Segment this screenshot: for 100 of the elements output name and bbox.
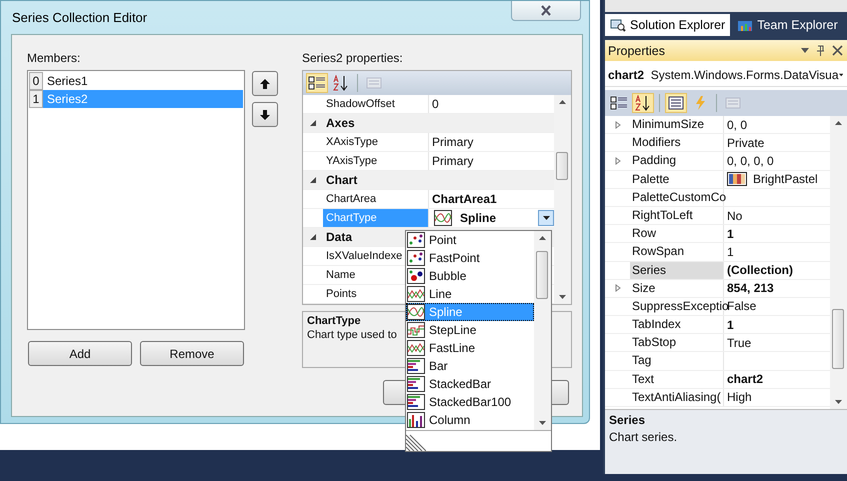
property-name[interactable]: RightToLeft [630,206,724,224]
property-name[interactable]: RowSpan [630,243,724,260]
members-label: Members: [27,50,82,67]
description-title: Series [609,413,646,427]
pin-icon[interactable] [816,44,825,56]
property-value: High [727,390,752,404]
property-value: Spline [460,211,496,225]
scrollbar[interactable] [830,116,847,409]
description-title: ChartType [307,315,361,327]
dialog-button[interactable]: Add [28,341,132,366]
property-value: chart2 [727,372,764,386]
scroll-thumb[interactable] [536,251,548,299]
dropdown-item[interactable]: Point [406,231,534,249]
panel-title: Properties [608,44,665,58]
dropdown-item[interactable]: Column [406,411,534,429]
down-arrow-icon [260,110,270,120]
property-value: 0, 0, 0, 0 [727,154,774,168]
property-name[interactable]: MinimumSize [630,116,724,134]
members-list[interactable]: 0 Series1 1 Series2 [27,70,245,330]
collapse-icon[interactable] [309,119,317,127]
property-name[interactable]: Palette [630,170,724,188]
collapse-icon[interactable] [309,233,317,241]
property-name[interactable]: Row [630,225,724,242]
property-value: Primary [432,135,474,149]
dropdown-item[interactable]: StackedBar100 [406,393,534,411]
property-value: 1 [727,318,734,332]
property-name[interactable]: TabStop [630,334,724,352]
scrollbar[interactable] [554,95,571,304]
category-label: Chart [325,172,358,189]
property-value: True [727,336,752,350]
scrollbar[interactable] [605,0,847,12]
property-value: BrightPastel [753,172,818,186]
property-value: 0 [432,97,439,111]
scroll-down-icon[interactable] [835,400,842,404]
close-button[interactable] [511,1,581,21]
panel-tab[interactable]: Solution Explorer [605,14,730,36]
move-down-button[interactable] [252,102,278,127]
property-name[interactable]: PaletteCustomCo [630,188,724,206]
hatch-icon [406,433,426,451]
chart-type-icon [432,210,454,226]
property-value: 0, 0 [727,118,748,132]
close-icon [540,5,552,16]
scroll-down-icon[interactable] [559,295,566,299]
expand-icon[interactable] [614,284,622,292]
property-value: (Collection) [727,263,793,278]
member-name: Series1 [46,73,89,90]
property-name[interactable]: TextAntiAliasing( [630,388,724,406]
member-item[interactable]: 1 Series2 [29,90,243,108]
dropdown-item[interactable]: FastLine [406,339,534,357]
property-value: Private [727,136,764,150]
panel-tab[interactable]: Team Explorer [732,14,843,36]
property-name[interactable]: ShadowOffset [323,95,429,113]
categorized-icon[interactable] [306,73,328,93]
scroll-thumb[interactable] [832,309,844,369]
expand-icon[interactable] [614,120,622,129]
move-up-button[interactable] [252,71,278,96]
scroll-up-icon[interactable] [835,121,842,125]
scroll-up-icon[interactable] [539,236,546,240]
property-name[interactable]: Text [630,370,724,388]
scroll-up-icon[interactable] [559,100,566,104]
collapse-icon[interactable] [309,176,317,184]
up-arrow-icon [260,78,270,88]
scroll-thumb[interactable] [556,152,568,180]
property-name[interactable]: XAxisType [323,133,429,151]
property-value: Primary [432,154,474,168]
property-name[interactable]: ChartArea [323,190,429,208]
property-name[interactable]: TabIndex [630,316,724,334]
scroll-down-icon[interactable] [539,421,546,425]
property-value: 854, 213 [727,281,774,296]
dropdown-item[interactable]: StepLine [406,321,534,339]
dropdown-button[interactable] [538,210,554,226]
properties-label: Series2 properties: [302,50,404,67]
window-title: Series Collection Editor [12,10,148,25]
description-text: Chart type used to [307,329,397,341]
dropdown-item[interactable]: Bar [406,357,534,375]
property-name[interactable]: Tag [630,352,724,370]
description-text: Chart series. [609,430,678,444]
category-label: Data [325,229,352,246]
dropdown-icon[interactable] [801,48,809,53]
property-name[interactable]: YAxisType [323,152,429,170]
caret-icon [542,216,550,220]
property-name[interactable]: Size [630,280,724,297]
dropdown-item[interactable]: StackedBar [406,375,534,393]
properties-icon[interactable] [665,93,687,113]
property-value: 1 [727,244,734,259]
property-value: ChartArea1 [432,192,497,206]
property-name[interactable]: Modifiers [630,134,724,152]
expand-icon[interactable] [614,156,622,165]
category-label: Axes [325,115,355,132]
dialog-button[interactable]: Remove [140,341,244,366]
scrollbar[interactable] [534,231,551,430]
member-item[interactable]: 0 Series1 [29,72,243,90]
index-cell: 1 [29,90,43,108]
property-value: No [727,208,742,223]
index-cell: 0 [29,72,43,90]
close-icon[interactable] [832,45,843,56]
property-value: False [727,299,756,314]
property-name[interactable]: Series [630,262,724,279]
alphabetical-icon[interactable] [632,93,654,113]
property-name[interactable]: Padding [630,152,724,170]
